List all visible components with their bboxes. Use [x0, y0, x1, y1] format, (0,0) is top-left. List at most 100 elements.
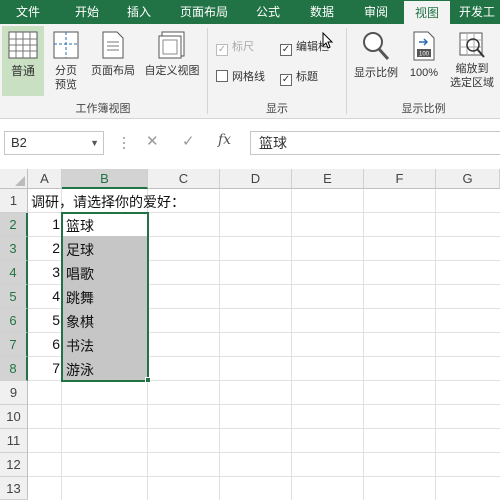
zoom-100-icon: 100 — [413, 31, 435, 61]
normal-view-button[interactable]: 普通 — [2, 26, 44, 96]
gridlines-checkbox[interactable]: 网格线 — [216, 70, 265, 86]
zoom-button[interactable]: 显示比例 — [350, 26, 402, 96]
insert-function-icon[interactable]: fx — [218, 132, 231, 148]
tab-insert[interactable]: 插入 — [116, 0, 162, 24]
name-box[interactable]: B2 ▼ — [4, 131, 104, 155]
custom-views-button[interactable]: 自定义视图 — [140, 26, 204, 96]
tab-page-layout[interactable]: 页面布局 — [172, 0, 236, 24]
ruler-checkbox[interactable]: ✓ 标尺 — [216, 40, 254, 56]
tab-data[interactable]: 数据 — [300, 0, 344, 24]
zoom-label: 显示比例 — [354, 67, 398, 79]
cell-b2[interactable]: 篮球 — [66, 216, 94, 236]
cancel-entry-icon[interactable]: ✕ — [146, 132, 159, 150]
zoom-100-label: 100% — [409, 67, 439, 79]
formula-bar: B2 ▼ ✕ ✓ fx 篮球 — [0, 119, 500, 169]
column-header-c[interactable]: C — [148, 169, 220, 189]
workbook-views-group-label: 工作簿视图 — [75, 103, 131, 115]
cell-a4[interactable]: 3 — [28, 264, 60, 280]
cell-a2[interactable]: 1 — [28, 216, 60, 232]
cell-b4[interactable]: 唱歌 — [66, 264, 94, 284]
gridline — [28, 476, 500, 477]
edit-bar-check-icon: ✓ — [280, 44, 292, 56]
tab-home[interactable]: 开始 — [66, 0, 108, 24]
cell-a5[interactable]: 4 — [28, 288, 60, 304]
row-header-8[interactable]: 8 — [0, 357, 28, 381]
show-group-label: 显示 — [266, 103, 288, 115]
svg-text:100: 100 — [419, 52, 430, 58]
gridline — [28, 452, 500, 453]
custom-views-icon — [158, 31, 185, 59]
gridline — [28, 428, 500, 429]
tab-review[interactable]: 审阅 — [354, 0, 398, 24]
mouse-cursor-icon — [322, 32, 334, 49]
name-box-value: B2 — [11, 135, 27, 150]
normal-view-icon — [8, 31, 38, 59]
ruler-label: 标尺 — [232, 41, 254, 53]
headings-label: 标题 — [296, 71, 318, 83]
cell-a8[interactable]: 7 — [28, 360, 60, 376]
row-header-11[interactable]: 11 — [0, 429, 28, 453]
select-all-corner[interactable] — [0, 169, 28, 189]
row-header-4[interactable]: 4 — [0, 261, 28, 285]
formula-bar-grip-icon[interactable] — [122, 135, 126, 151]
gridline — [28, 404, 500, 405]
ruler-check-icon: ✓ — [216, 44, 228, 56]
row-header-12[interactable]: 12 — [0, 453, 28, 477]
column-header-g[interactable]: G — [436, 169, 500, 189]
zoom-to-selection-label-2: 选定区域 — [450, 77, 494, 89]
magnifier-icon — [363, 32, 390, 61]
formula-input[interactable]: 篮球 — [250, 131, 500, 155]
row-header-7[interactable]: 7 — [0, 333, 28, 357]
column-header-f[interactable]: F — [364, 169, 436, 189]
confirm-entry-icon[interactable]: ✓ — [182, 132, 195, 150]
tab-view[interactable]: 视图 — [404, 1, 450, 24]
page-layout-view-button[interactable]: 页面布局 — [88, 26, 138, 96]
ribbon-tab-bar: 文件 开始 插入 页面布局 公式 数据 审阅 视图 开发工 — [0, 0, 500, 24]
cell-b3[interactable]: 足球 — [66, 240, 94, 260]
cell-a1[interactable]: 调研，请选择你的爱好： — [31, 192, 185, 212]
column-header-e[interactable]: E — [292, 169, 364, 189]
zoom-to-selection-label-1: 缩放到 — [455, 63, 489, 75]
headings-checkbox[interactable]: ✓ 标题 — [280, 70, 318, 86]
cell-b6[interactable]: 象棋 — [66, 312, 94, 332]
cell-a6[interactable]: 5 — [28, 312, 60, 328]
tab-developer[interactable]: 开发工 — [454, 0, 500, 24]
row-header-13[interactable]: 13 — [0, 477, 28, 500]
row-header-1[interactable]: 1 — [0, 189, 28, 213]
row-header-5[interactable]: 5 — [0, 285, 28, 309]
zoom-100-button[interactable]: 100 100% — [404, 26, 444, 96]
zoom-to-selection-icon — [459, 32, 485, 58]
gridlines-label: 网格线 — [232, 71, 265, 83]
column-header-b[interactable]: B — [62, 169, 148, 189]
normal-view-label: 普通 — [10, 64, 35, 78]
column-header-a[interactable]: A — [28, 169, 62, 189]
custom-views-label: 自定义视图 — [144, 65, 200, 77]
page-break-preview-icon — [53, 31, 79, 59]
column-header-d[interactable]: D — [220, 169, 292, 189]
gridlines-check-icon — [216, 70, 228, 82]
name-box-dropdown-icon[interactable]: ▼ — [90, 132, 99, 154]
zoom-group-label: 显示比例 — [401, 103, 446, 115]
row-header-3[interactable]: 3 — [0, 237, 28, 261]
ribbon: 普通 分页 预览 页面布局 自定义视图 工作簿视图 ✓标尺 ✓编辑栏 网格线 — [0, 24, 500, 119]
row-header-10[interactable]: 10 — [0, 405, 28, 429]
cell-b7[interactable]: 书法 — [66, 336, 94, 356]
worksheet-grid[interactable]: A B C D E F G 1 2 3 4 5 6 7 8 9 10 11 12… — [0, 169, 500, 500]
cell-b5[interactable]: 跳舞 — [66, 288, 94, 308]
row-header-9[interactable]: 9 — [0, 381, 28, 405]
headings-check-icon: ✓ — [280, 74, 292, 86]
row-header-2[interactable]: 2 — [0, 213, 28, 237]
fill-handle[interactable] — [145, 377, 151, 383]
page-break-preview-label-2: 预览 — [55, 79, 77, 91]
page-break-preview-button[interactable]: 分页 预览 — [46, 26, 86, 96]
cell-a7[interactable]: 6 — [28, 336, 60, 352]
page-layout-label: 页面布局 — [91, 65, 135, 77]
cell-b8[interactable]: 游泳 — [66, 360, 94, 380]
cell-a3[interactable]: 2 — [28, 240, 60, 256]
zoom-to-selection-button[interactable]: 缩放到 选定区域 — [446, 26, 498, 96]
row-header-6[interactable]: 6 — [0, 309, 28, 333]
tab-file[interactable]: 文件 — [0, 0, 56, 24]
page-layout-icon — [102, 31, 124, 59]
tab-formulas[interactable]: 公式 — [246, 0, 290, 24]
select-all-icon — [15, 176, 25, 186]
